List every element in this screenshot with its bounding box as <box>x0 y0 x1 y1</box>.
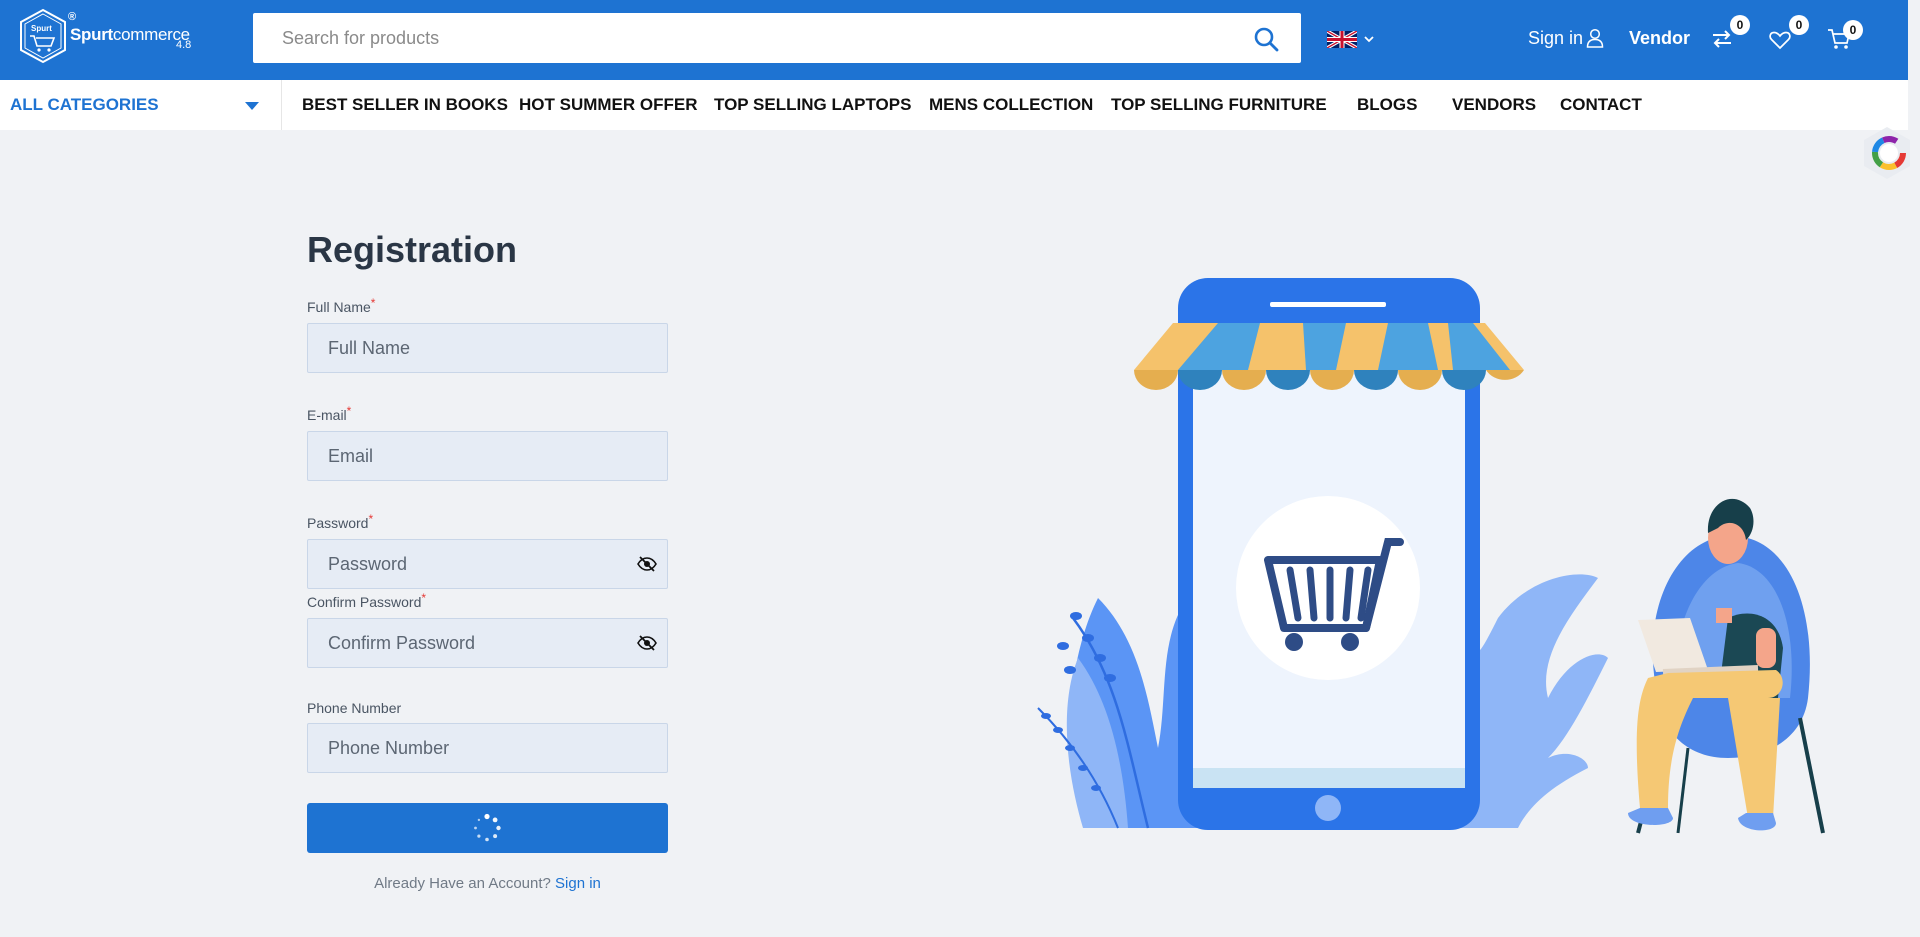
required-mark: * <box>370 296 376 310</box>
nav-link-vendors[interactable]: VENDORS <box>1452 95 1536 115</box>
logo-hexagon-icon: Spurt <box>20 8 66 64</box>
email-label-text: E-mail <box>307 407 347 423</box>
registered-mark: ® <box>68 11 77 23</box>
page-title: Registration <box>307 229 518 270</box>
brand-name-bold: Spurt <box>70 25 113 44</box>
signin-prompt: Already Have an Account? Sign in <box>307 875 668 892</box>
search-input[interactable] <box>253 13 1301 63</box>
required-mark: * <box>421 591 427 605</box>
wishlist-count-badge: 0 <box>1789 15 1809 35</box>
signin-link[interactable]: Sign in <box>1528 28 1583 49</box>
nav-link-blogs[interactable]: BLOGS <box>1357 95 1417 115</box>
all-categories-label: ALL CATEGORIES <box>10 95 159 114</box>
full-name-input[interactable] <box>308 324 667 372</box>
loading-spinner-icon <box>474 813 501 842</box>
chevron-down-icon[interactable] <box>1362 32 1376 46</box>
person-with-laptop-illustration <box>1628 498 1825 834</box>
confirm-password-label: Confirm Password* <box>307 591 427 610</box>
already-account-text: Already Have an Account? <box>374 875 551 892</box>
eye-slash-icon[interactable] <box>637 555 657 573</box>
logo-badge-text: Spurt <box>31 24 52 33</box>
shopping-illustration <box>1037 278 1825 834</box>
email-field <box>307 431 668 481</box>
theme-color-picker-icon[interactable] <box>1862 126 1912 180</box>
compare-count-badge: 0 <box>1730 15 1750 35</box>
password-label: Password* <box>307 512 374 531</box>
search-bar <box>253 13 1301 63</box>
confirm-password-input[interactable] <box>308 619 667 667</box>
brand-name: Spurtcommerce <box>70 25 190 45</box>
register-submit-button[interactable] <box>307 803 668 853</box>
confirm-password-field <box>307 618 668 668</box>
full-name-label-text: Full Name <box>307 299 371 315</box>
top-header: Spurt ® Spurtcommerce 4.8 Sign in Vendor… <box>0 0 1908 80</box>
full-name-label: Full Name* <box>307 296 376 315</box>
brand-version: 4.8 <box>176 39 192 51</box>
nav-link-mens-collection[interactable]: MENS COLLECTION <box>929 95 1093 115</box>
required-mark: * <box>346 404 352 418</box>
email-label: E-mail* <box>307 404 352 423</box>
phone-field <box>307 723 668 773</box>
cart-count-badge: 0 <box>1843 20 1863 40</box>
compare-icon[interactable] <box>1710 28 1734 50</box>
search-icon[interactable] <box>1253 26 1279 52</box>
email-input[interactable] <box>308 432 667 480</box>
phone-input[interactable] <box>308 724 667 772</box>
required-mark: * <box>368 512 374 526</box>
full-name-field <box>307 323 668 373</box>
all-categories-dropdown[interactable]: ALL CATEGORIES <box>0 80 282 130</box>
nav-link-hot-summer-offer[interactable]: HOT SUMMER OFFER <box>519 95 698 115</box>
confirm-password-label-text: Confirm Password <box>307 594 422 610</box>
nav-link-top-selling-furniture[interactable]: TOP SELLING FURNITURE <box>1111 95 1327 115</box>
heart-icon[interactable] <box>1768 29 1792 51</box>
password-label-text: Password <box>307 515 369 531</box>
nav-link-best-seller-books[interactable]: BEST SELLER IN BOOKS <box>302 95 508 115</box>
brand-logo[interactable]: Spurt ® Spurtcommerce 4.8 <box>18 8 198 64</box>
nav-link-top-selling-laptops[interactable]: TOP SELLING LAPTOPS <box>714 95 911 115</box>
phone-illustration <box>1134 278 1524 830</box>
phone-label: Phone Number <box>307 700 402 716</box>
nav-link-contact[interactable]: CONTACT <box>1560 95 1642 115</box>
signin-form-link[interactable]: Sign in <box>555 875 601 892</box>
caret-down-icon <box>245 102 259 110</box>
user-icon[interactable] <box>1586 28 1604 48</box>
password-input[interactable] <box>308 540 667 588</box>
uk-flag-icon[interactable] <box>1327 31 1357 48</box>
password-field <box>307 539 668 589</box>
vendor-link[interactable]: Vendor <box>1629 28 1690 49</box>
category-nav: ALL CATEGORIES BEST SELLER IN BOOKS HOT … <box>0 80 1908 130</box>
eye-slash-icon[interactable] <box>637 634 657 652</box>
